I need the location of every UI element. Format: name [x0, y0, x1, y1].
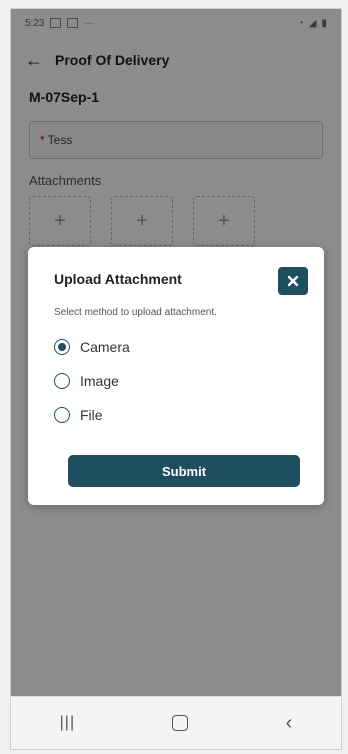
dialog-title: Upload Attachment	[54, 271, 182, 287]
option-file-label: File	[80, 407, 103, 423]
home-icon[interactable]	[172, 715, 189, 731]
submit-button[interactable]: Submit	[68, 455, 300, 487]
close-button[interactable]	[278, 267, 308, 295]
option-image-label: Image	[80, 373, 119, 389]
system-back-icon[interactable]: ‹	[286, 713, 293, 733]
radio-selected-dot	[58, 343, 66, 351]
radio-camera[interactable]	[54, 339, 70, 355]
recent-apps-icon[interactable]: |||	[60, 714, 75, 732]
phone-screen: 5:23 ··· ◔ ◢ ▮ ← Proof Of Delivery M-07S…	[10, 8, 342, 750]
system-navigation-bar: ||| ‹	[11, 696, 341, 749]
option-file[interactable]: File	[54, 407, 103, 423]
option-camera-label: Camera	[80, 339, 130, 355]
close-icon	[287, 275, 299, 287]
dialog-description: Select method to upload attachment.	[54, 307, 217, 318]
upload-attachment-dialog: Upload Attachment Select method to uploa…	[28, 247, 324, 505]
radio-file[interactable]	[54, 407, 70, 423]
option-camera[interactable]: Camera	[54, 339, 130, 355]
option-image[interactable]: Image	[54, 373, 119, 389]
radio-image[interactable]	[54, 373, 70, 389]
